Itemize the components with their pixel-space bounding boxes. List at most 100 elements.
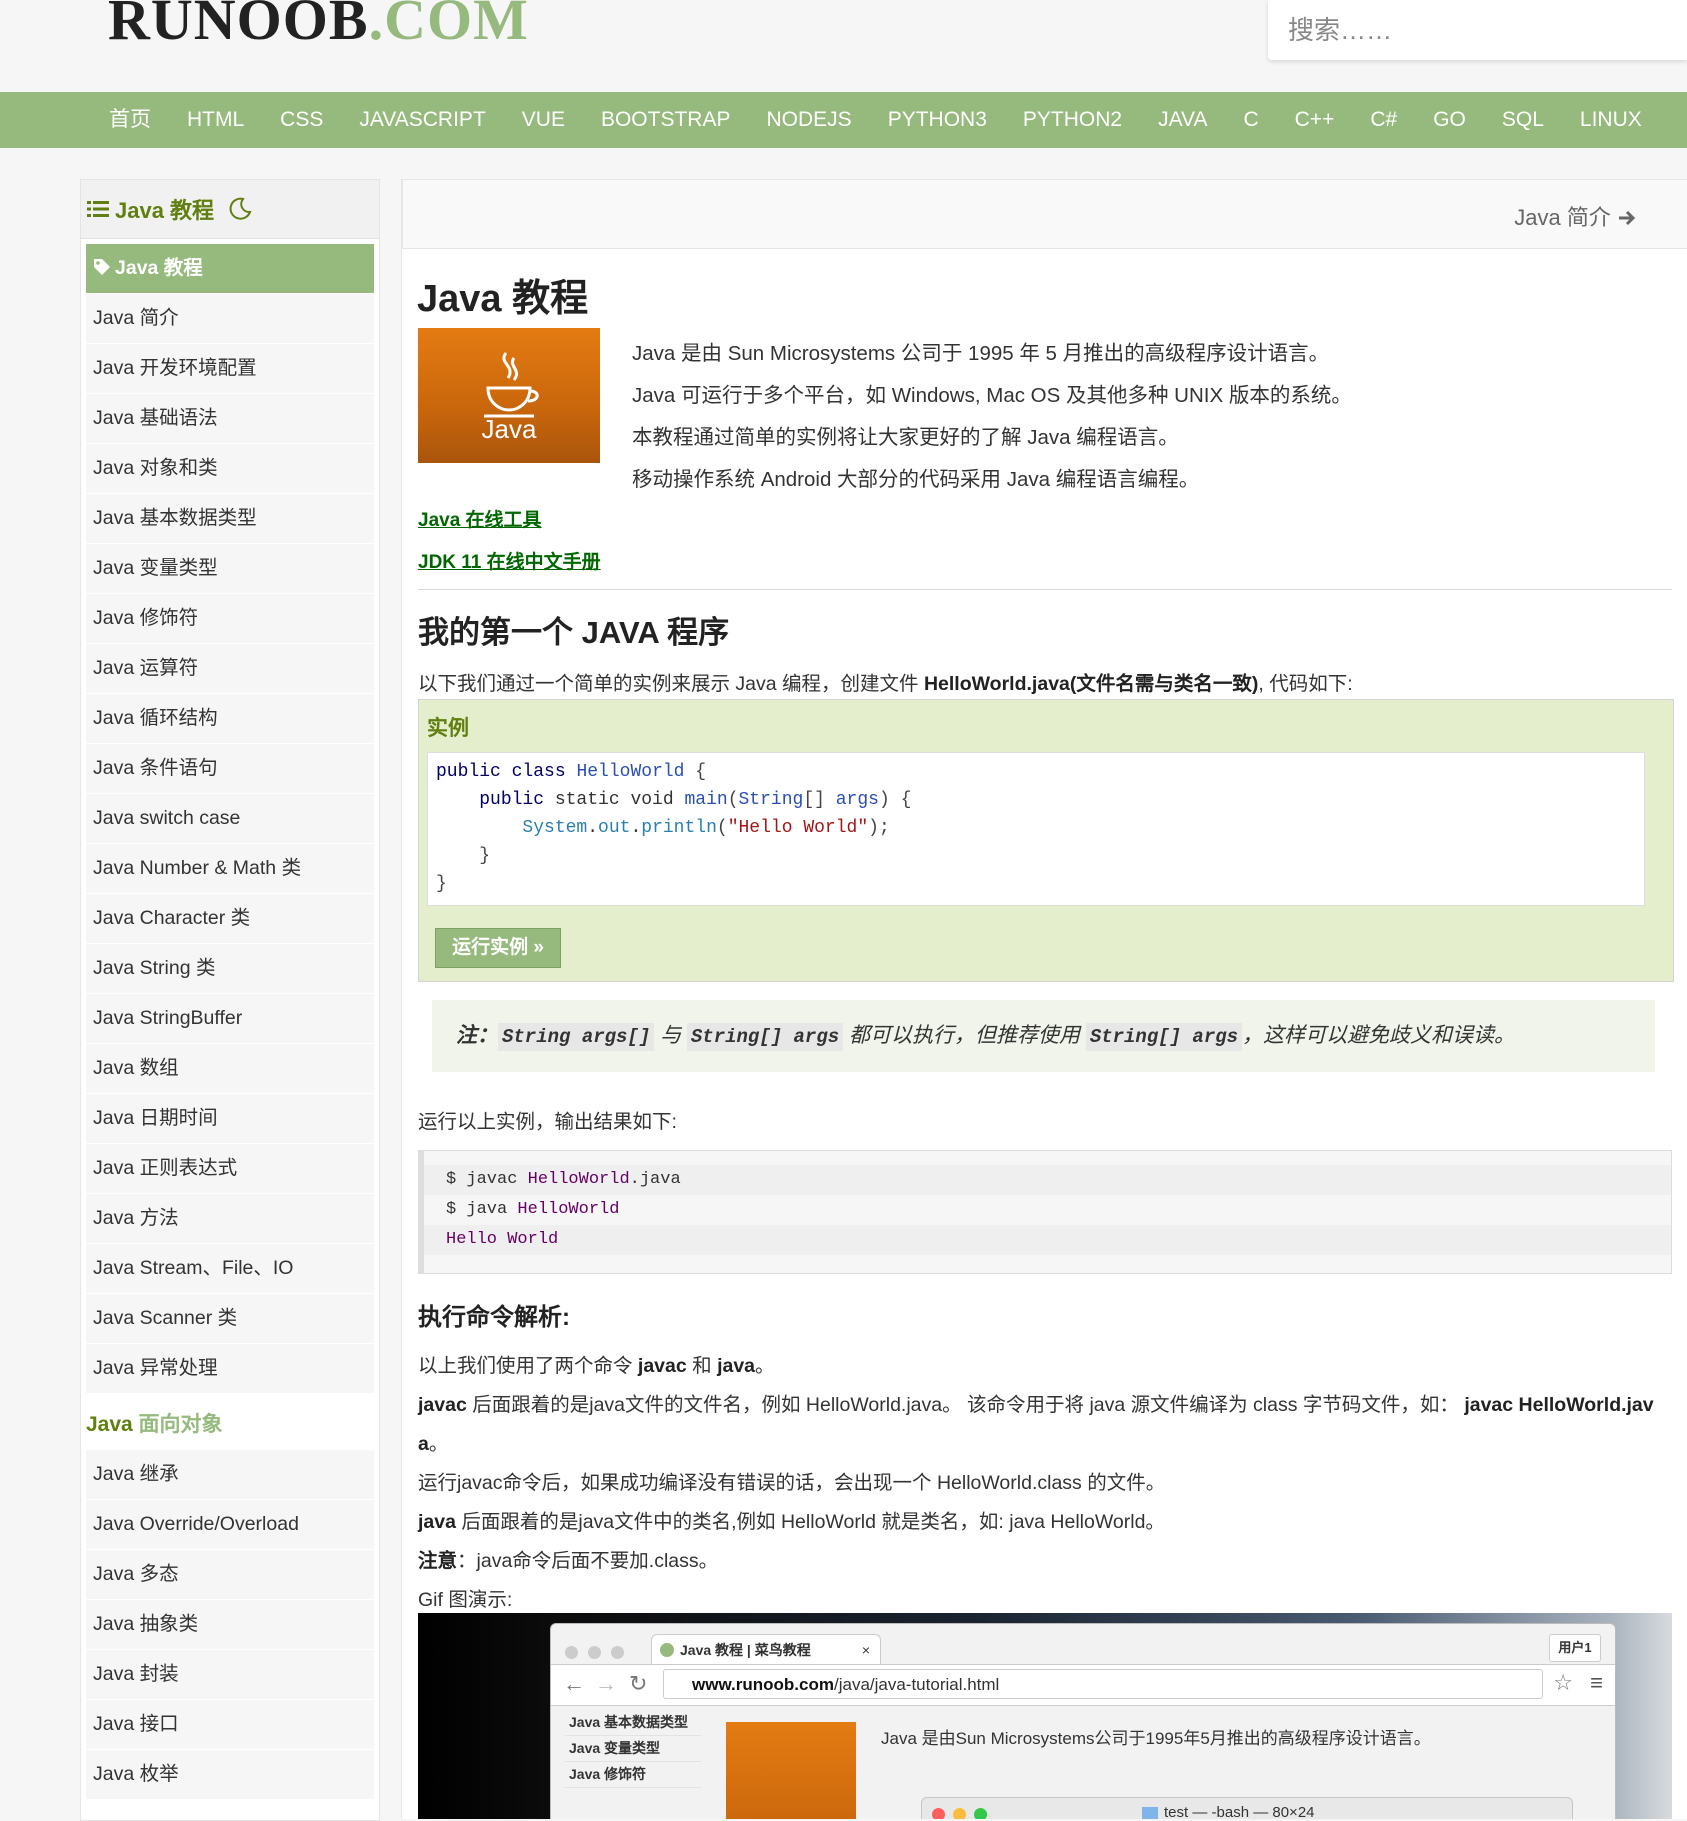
nav-item[interactable]: 首页 — [91, 92, 169, 148]
sidebar-item-label: Java 数组 — [93, 1057, 179, 1079]
note-box: 注： String args[] 与 String[] args 都可以执行，但推… — [432, 1000, 1655, 1072]
sidebar-item[interactable]: Java 基本数据类型 — [86, 494, 374, 544]
nav-item[interactable]: NODEJS — [749, 92, 870, 148]
address-bar: ← → ↻ www.runoob.com/java/java-tutorial.… — [551, 1664, 1615, 1706]
sidebar-item[interactable]: Java Stream、File、IO — [86, 1244, 374, 1294]
intro-example-text: 以下我们通过一个简单的实例来展示 Java 编程，创建文件 HelloWorld… — [418, 667, 1353, 696]
sidebar-item[interactable]: Java StringBuffer — [86, 994, 374, 1044]
terminal-output[interactable]: $ javac HelloWorld.java $ java HelloWorl… — [418, 1150, 1672, 1274]
sidebar-item[interactable]: Java 运算符 — [86, 644, 374, 694]
nav-item[interactable]: CSS — [262, 92, 341, 148]
sidebar-item-label: Java StringBuffer — [93, 1007, 243, 1029]
sidebar-item[interactable]: Java 封装 — [86, 1650, 374, 1700]
sidebar-item-label: Java String 类 — [93, 957, 216, 979]
top-nav: 首页 HTML CSS JAVASCRIPT VUE BOOTSTRAP NODEJS PYT… — [0, 92, 1687, 148]
sidebar-item[interactable]: Java 抽象类 — [86, 1600, 374, 1650]
main-content: Java 简介 Java 教程 Java Java 是由 Sun Microsy… — [401, 179, 1687, 1819]
explain-line: Gif 图演示: — [418, 1589, 513, 1611]
sidebar-item[interactable]: Java 教程 — [86, 244, 374, 294]
nav-item[interactable]: HTML — [169, 92, 262, 148]
sidebar-item[interactable]: Java switch case — [86, 794, 374, 844]
sidebar-item[interactable]: Java 条件语句 — [86, 744, 374, 794]
sidebar-item[interactable]: Java 方法 — [86, 1194, 374, 1244]
nav-item[interactable]: C++ — [1277, 92, 1353, 148]
star-icon: ☆ — [1553, 1670, 1573, 1695]
sidebar-item[interactable]: Java Override/Overload — [86, 1500, 374, 1550]
reload-icon: ↻ — [629, 1671, 648, 1696]
sidebar-item-label: Java 基础语法 — [93, 407, 218, 429]
search-placeholder: 搜索…… — [1288, 15, 1393, 45]
sidebar-item[interactable]: Java 变量类型 — [86, 544, 374, 594]
nav-item[interactable]: SQL — [1484, 92, 1562, 148]
gif-demo: Java 教程 | 菜鸟教程 × 用户1 ← → ↻ www.runoob.com… — [418, 1613, 1672, 1819]
java-logo-text: Java — [481, 414, 537, 444]
nav-item[interactable]: JAVASCRIPT — [341, 92, 503, 148]
terminal-line: $ java HelloWorld — [446, 1200, 620, 1219]
sidebar-item-label: Java switch case — [93, 807, 241, 829]
search-input[interactable]: 搜索…… — [1268, 0, 1687, 60]
jdk11-manual-link[interactable]: JDK 11 在线中文手册 — [418, 547, 601, 574]
next-page-label: Java 简介 — [1514, 205, 1611, 230]
moon-icon[interactable] — [228, 197, 252, 221]
sidebar-item[interactable]: Java 循环结构 — [86, 694, 374, 744]
sidebar-item[interactable]: Java 基础语法 — [86, 394, 374, 444]
nav-item[interactable]: C# — [1352, 92, 1415, 148]
sidebar-item[interactable]: Java 接口 — [86, 1700, 374, 1750]
java-online-tool-link[interactable]: Java 在线工具 — [418, 505, 542, 532]
nav-item[interactable]: JAVA — [1140, 92, 1225, 148]
browser-window: Java 教程 | 菜鸟教程 × 用户1 ← → ↻ www.runoob.com… — [550, 1623, 1616, 1819]
sidebar-item[interactable]: Java 开发环境配置 — [86, 344, 374, 394]
run-example-button[interactable]: 运行实例 » — [435, 928, 561, 968]
nav-item[interactable]: C — [1225, 92, 1276, 148]
favicon-icon — [660, 1643, 674, 1657]
sidebar: Java 教程 Java 教程 Java 简介 Java 开发环境配置 Java 基础… — [80, 179, 380, 1821]
back-icon: ← — [563, 1671, 585, 1696]
sidebar-item[interactable]: Java String 类 — [86, 944, 374, 994]
text: 以下我们通过一个简单的实例来展示 Java 编程，创建文件 — [418, 673, 924, 695]
sidebar-item-label: Java 运算符 — [93, 657, 199, 679]
sidebar-item-label: Java Stream、File、IO — [93, 1257, 294, 1279]
site-logo[interactable]: RUNOOB.COM — [108, 0, 529, 53]
sidebar-item[interactable]: Java Number & Math 类 — [86, 844, 374, 894]
terminal-titlebar: test — -bash — 80×24 — [921, 1797, 1573, 1819]
sidebar-item[interactable]: Java 简介 — [86, 294, 374, 344]
explain-line: 运行javac命令后，如果成功编译没有错误的话，会出现一个 HelloWorld… — [418, 1472, 1166, 1494]
sidebar-item[interactable]: Java 正则表达式 — [86, 1144, 374, 1194]
nav-item[interactable]: BOOTSTRAP — [583, 92, 749, 148]
page-title: Java 教程 — [417, 278, 589, 320]
sidebar-item-label: Java Number & Math 类 — [93, 857, 302, 879]
sidebar-item[interactable]: Java 日期时间 — [86, 1094, 374, 1144]
sidebar-item-label: Java Scanner 类 — [93, 1307, 238, 1329]
code-block[interactable]: public class HelloWorld { public static … — [427, 752, 1645, 906]
sidebar-list: Java 教程 Java 简介 Java 开发环境配置 Java 基础语法 Java 对… — [86, 244, 374, 1800]
sidebar-item[interactable]: Java 多态 — [86, 1550, 374, 1600]
nav-item[interactable]: PYTHON2 — [1005, 92, 1140, 148]
sidebar-item-label: Java 条件语句 — [93, 757, 218, 779]
sidebar-item[interactable]: Java 数组 — [86, 1044, 374, 1094]
example-title: 实例 — [427, 717, 469, 740]
sidebar-item[interactable]: Java 对象和类 — [86, 444, 374, 494]
inner-java-logo — [726, 1722, 856, 1819]
subheading: 执行命令解析: — [418, 1304, 570, 1331]
nav-item[interactable]: GO — [1415, 92, 1484, 148]
intro-line: 本教程通过简单的实例将让大家更好的了解 Java 编程语言。 — [632, 426, 1179, 449]
sidebar-item[interactable]: Java 修饰符 — [86, 594, 374, 644]
nav-item[interactable]: LINUX — [1562, 92, 1660, 148]
sidebar-item[interactable]: Java Scanner 类 — [86, 1294, 374, 1344]
sidebar-item[interactable]: Java 异常处理 — [86, 1344, 374, 1394]
nav-item[interactable]: VUE — [504, 92, 583, 148]
next-page-link[interactable]: Java 简介 — [1514, 200, 1637, 232]
nav-item[interactable]: PYTHON3 — [870, 92, 1005, 148]
sidebar-item[interactable]: Java 枚举 — [86, 1750, 374, 1800]
url-field: www.runoob.com/java/java-tutorial.html — [663, 1669, 1543, 1699]
forward-icon: → — [595, 1671, 617, 1696]
sidebar-item[interactable]: Java Character 类 — [86, 894, 374, 944]
inner-sidebar: Java 基本数据类型 Java 变量类型 Java 修饰符 — [565, 1710, 701, 1788]
intro-line: 移动操作系统 Android 大部分的代码采用 Java 编程语言编程。 — [632, 468, 1200, 491]
sidebar-title: Java 教程 — [115, 198, 215, 223]
sidebar-item-label: Java 教程 — [115, 257, 203, 279]
sidebar-item-label: Java 对象和类 — [93, 457, 218, 479]
explain-line: javac 后面跟着的是java文件的文件名，例如 HelloWorld.jav… — [418, 1394, 1654, 1416]
explain-line: a。 — [418, 1433, 449, 1455]
sidebar-item[interactable]: Java 继承 — [86, 1450, 374, 1500]
